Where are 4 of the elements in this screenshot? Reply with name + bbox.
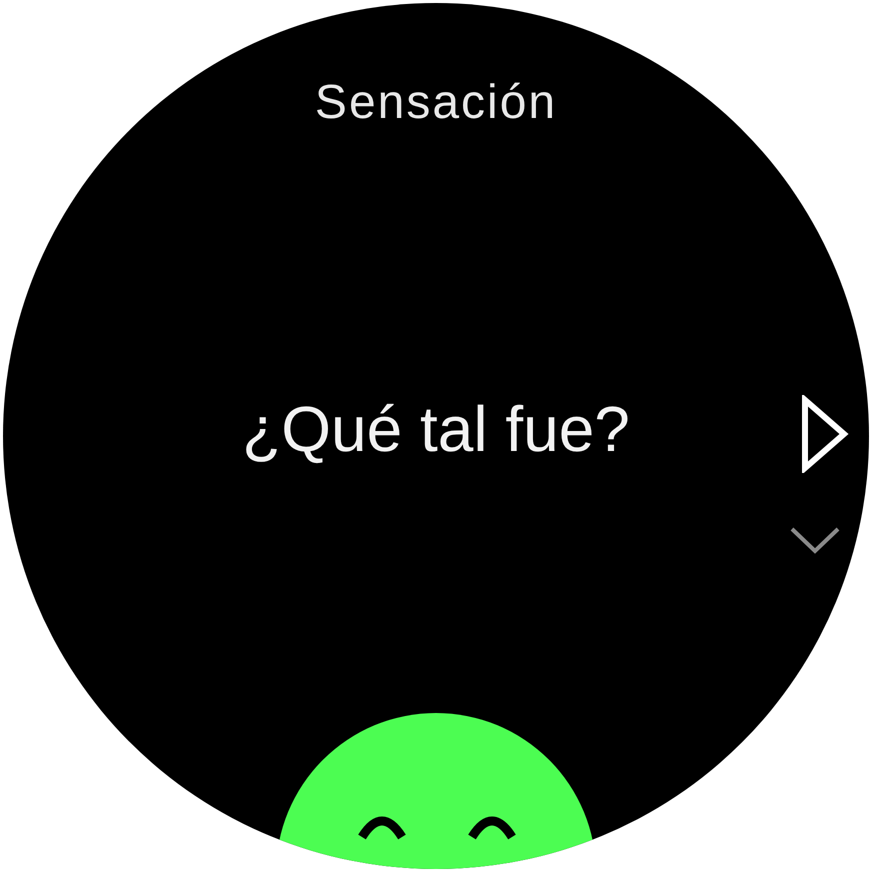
question-text: ¿Qué tal fue?: [242, 392, 630, 466]
screen-title: Sensación: [314, 75, 558, 130]
chevron-down-icon[interactable]: [789, 525, 841, 555]
play-icon[interactable]: [800, 395, 850, 473]
